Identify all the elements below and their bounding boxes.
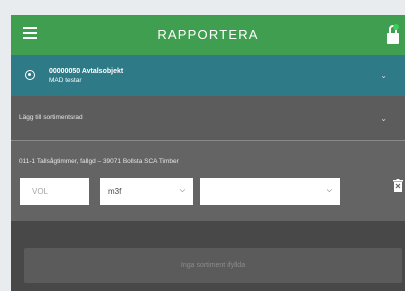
contract-title: 00000050 Avtalsobjekt	[49, 68, 124, 75]
unit-select[interactable]: m3f ⌵	[100, 178, 193, 205]
chevron-down-icon: ⌵	[179, 187, 185, 194]
volume-input[interactable]	[20, 178, 89, 205]
add-assortment-row[interactable]: Lägg till sortimentsrad ⌄	[11, 96, 405, 140]
secondary-select[interactable]: ⌵	[200, 178, 340, 205]
chevron-down-icon[interactable]: ⌄	[380, 71, 387, 80]
unit-select-value: m3f	[108, 187, 122, 196]
report-button[interactable]: Inga sortiment ifyllda	[24, 248, 402, 283]
chevron-down-icon[interactable]: ⌄	[380, 114, 387, 123]
assortment-row: 011-1 Tallsågtimmer, fallgd – 39071 Boll…	[11, 141, 405, 221]
lock-icon[interactable]	[386, 23, 400, 45]
chevron-down-icon: ⌵	[326, 187, 332, 194]
add-assortment-label: Lägg till sortimentsrad	[19, 114, 83, 121]
page-title: RAPPORTERA	[157, 27, 259, 42]
trash-icon[interactable]	[393, 179, 403, 192]
contract-selector[interactable]: 00000050 Avtalsobjekt MAD testar ⌄	[11, 55, 405, 96]
footer-area: Inga sortiment ifyllda	[11, 221, 405, 291]
contract-subtitle: MAD testar	[49, 77, 82, 84]
radio-selected-icon[interactable]	[25, 70, 35, 80]
app-frame: RAPPORTERA 00000050 Avtalsobjekt MAD tes…	[11, 15, 405, 291]
top-app-bar: RAPPORTERA	[11, 15, 405, 55]
assortment-title: 011-1 Tallsågtimmer, fallgd – 39071 Boll…	[19, 158, 179, 165]
